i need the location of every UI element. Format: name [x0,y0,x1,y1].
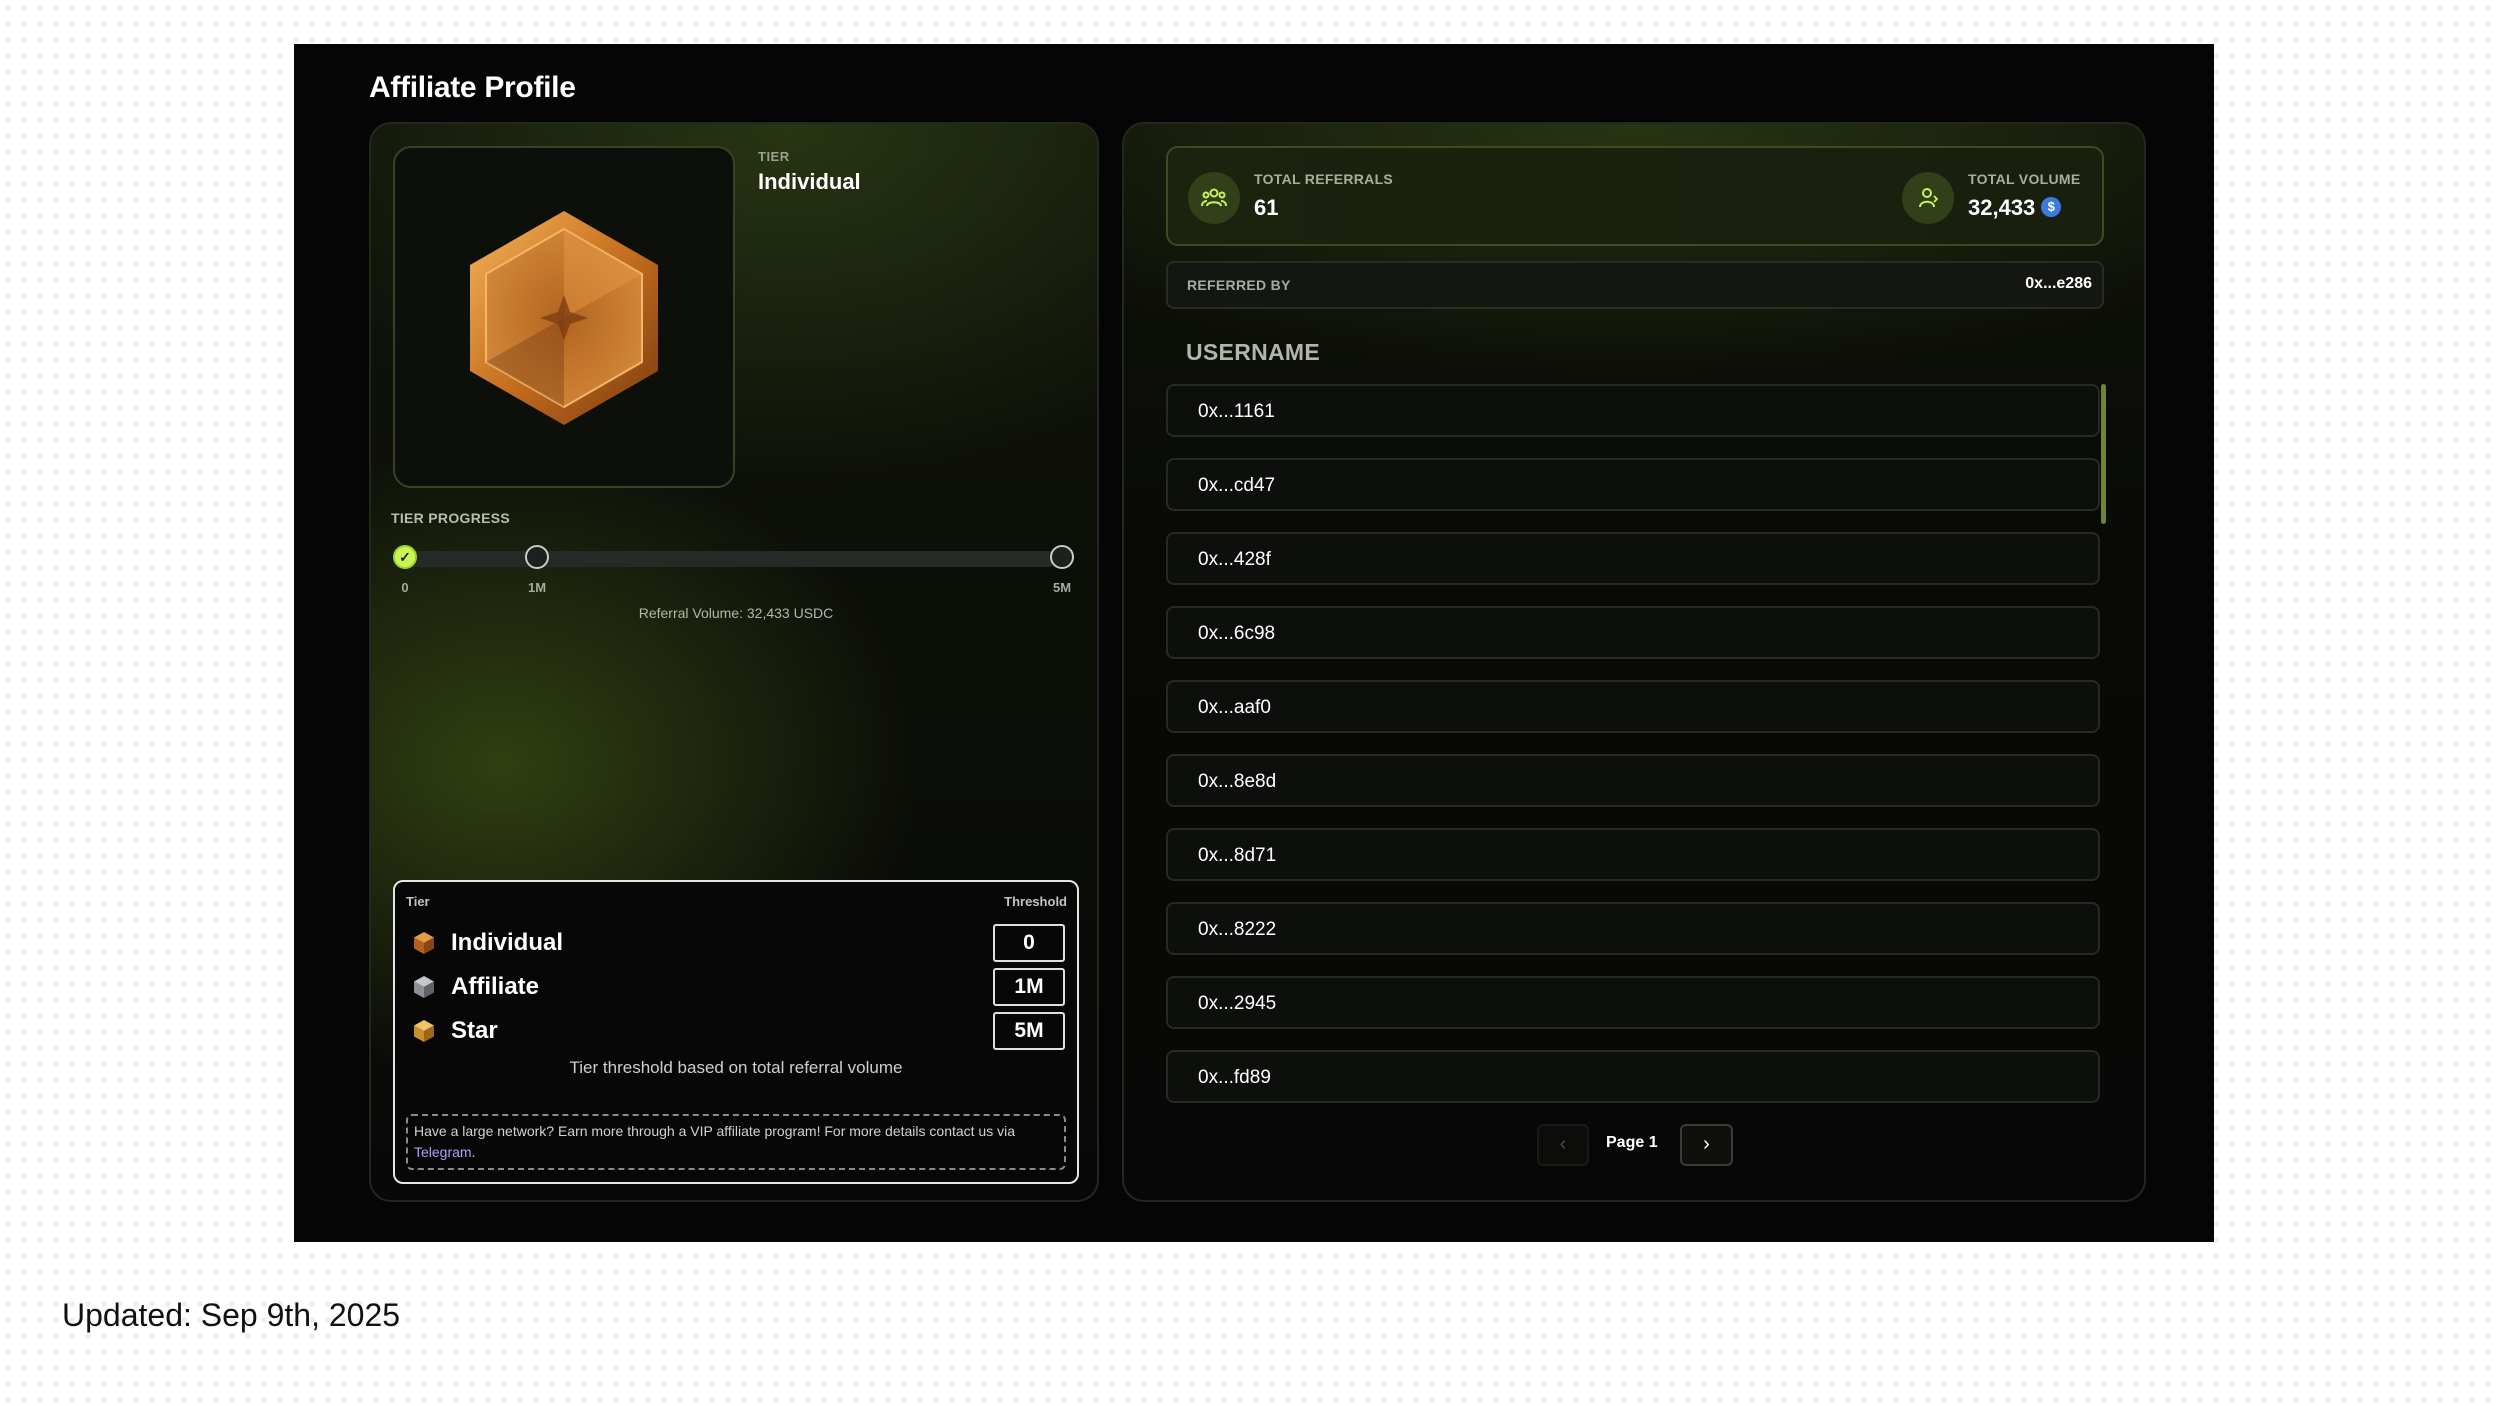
referred-by-value: 0x...e286 [2025,275,2092,292]
tier-name: Affiliate [451,973,540,1000]
total-referrals-label: TOTAL REFERRALS [1254,171,1394,187]
chevron-right-icon: › [1703,1133,1710,1155]
user-row[interactable]: 0x...aaf0 [1166,680,2100,733]
tier-threshold-table: Tier Threshold Individual 0 Affiliate 1M… [393,880,1079,1184]
tier-progress-track [401,551,1056,567]
username-column-header: USERNAME [1186,339,1321,365]
previous-page-button[interactable]: ‹ [1537,1124,1589,1166]
user-address: 0x...8222 [1198,919,1277,940]
vip-text: Have a large network? Earn more through … [414,1123,1016,1139]
user-list-scrollbar[interactable] [2101,384,2106,524]
user-row[interactable]: 0x...cd47 [1166,458,2100,511]
tier-row-star: Star 5M [411,1012,1065,1050]
referral-volume-text: Referral Volume: 32,433 USDC [638,605,834,621]
progress-node-1m [525,545,549,569]
tier-label: TIER [758,149,790,164]
tier-panel: TIER Individual TIER PROGRESS ✓ 0 1M 5M … [369,122,1099,1202]
usdc-coin-icon: $ [2041,197,2062,218]
user-address: 0x...6c98 [1198,623,1276,644]
telegram-link[interactable]: Telegram [414,1144,472,1160]
user-row[interactable]: 0x...2945 [1166,976,2100,1029]
referrals-group-icon [1188,172,1240,224]
vip-text-end: . [471,1144,476,1160]
threshold-column-header: Threshold [1004,894,1067,909]
page-title: Affiliate Profile [369,71,576,104]
referral-stats-card: TOTAL REFERRALS 61 TOTAL VOLUME 32,433 $ [1166,146,2104,246]
tier-badge [393,146,735,488]
tier-threshold-note: Tier threshold based on total referral v… [569,1058,903,1077]
total-volume-value: 32,433 $ [1968,195,2062,221]
tier-threshold: 5M [993,1012,1065,1050]
progress-tick-0: 0 [401,580,409,595]
volume-user-icon [1902,172,1954,224]
updated-caption: Updated: Sep 9th, 2025 [62,1297,401,1333]
check-icon: ✓ [399,549,411,565]
progress-tick-1m: 1M [527,580,547,595]
user-address: 0x...428f [1198,549,1271,570]
total-volume-amount: 32,433 [1968,195,2036,220]
referral-user-list[interactable]: 0x...1161 0x...cd47 0x...428f 0x...6c98 … [1166,384,2100,1106]
user-address: 0x...8d71 [1198,845,1277,866]
user-row[interactable]: 0x...8e8d [1166,754,2100,807]
total-referrals-value: 61 [1254,195,1279,220]
user-address: 0x...fd89 [1198,1067,1271,1088]
tier-row-affiliate: Affiliate 1M [411,968,1065,1006]
tier-progress-label: TIER PROGRESS [391,510,511,526]
referred-by-row: REFERRED BY 0x...e286 [1166,261,2104,309]
user-row[interactable]: 0x...1161 [1166,384,2100,437]
chevron-left-icon: ‹ [1559,1133,1567,1155]
referrals-panel: TOTAL REFERRALS 61 TOTAL VOLUME 32,433 $ … [1122,122,2146,1202]
user-address: 0x...aaf0 [1198,697,1271,718]
tier-threshold: 1M [993,968,1065,1006]
user-row[interactable]: 0x...8d71 [1166,828,2100,881]
bronze-cube-icon [414,932,434,954]
referred-by-label: REFERRED BY [1187,277,1291,293]
total-volume-label: TOTAL VOLUME [1968,171,2081,187]
user-address: 0x...2945 [1198,993,1277,1014]
bronze-hexagon-badge-icon [470,210,658,425]
gold-cube-icon [414,1020,434,1042]
progress-node-5m [1050,545,1074,569]
tier-row-individual: Individual 0 [411,924,1065,962]
user-row[interactable]: 0x...428f [1166,532,2100,585]
page-indicator: Page 1 [1606,1134,1658,1151]
progress-node-complete: ✓ [393,545,417,569]
app-screenshot: Affiliate Profile TIER Individual TIER P… [294,44,2214,1242]
user-address: 0x...1161 [1198,401,1275,422]
tier-name: Individual [451,929,564,956]
tier-threshold: 0 [993,924,1065,962]
user-row[interactable]: 0x...8222 [1166,902,2100,955]
silver-cube-icon [414,976,434,998]
tier-name: Star [451,1017,498,1044]
progress-tick-5m: 5M [1052,580,1072,595]
user-address: 0x...cd47 [1198,475,1276,496]
tier-value: Individual [758,169,861,194]
user-row[interactable]: 0x...6c98 [1166,606,2100,659]
user-address: 0x...8e8d [1198,771,1277,792]
vip-program-notice: Have a large network? Earn more through … [406,1114,1066,1170]
user-row[interactable]: 0x...fd89 [1166,1050,2100,1103]
tier-column-header: Tier [406,894,430,909]
next-page-button[interactable]: › [1680,1124,1733,1166]
